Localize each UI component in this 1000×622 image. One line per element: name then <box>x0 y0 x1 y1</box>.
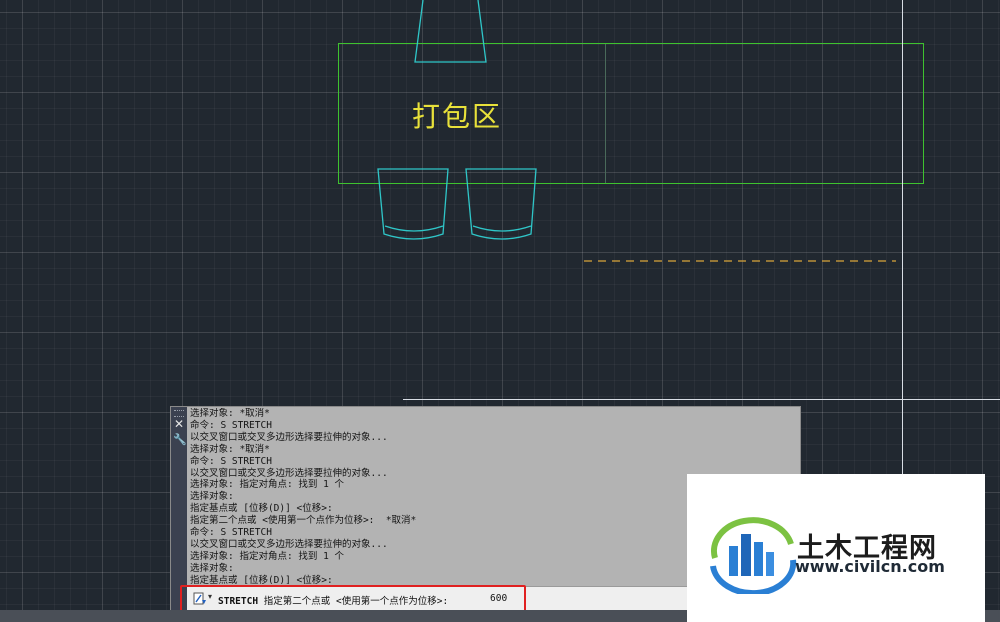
command-input-value[interactable]: 600 <box>490 593 507 604</box>
drag-grip-icon[interactable] <box>174 410 184 417</box>
chair-bottom-left[interactable] <box>377 168 449 240</box>
close-icon[interactable]: ✕ <box>173 418 185 430</box>
watermark-url: www.civilcn.com <box>795 557 945 576</box>
command-prompt: STRETCH 指定第二个点或 <使用第一个点作为位移>: <box>218 593 448 607</box>
watermark: 土木工程网 www.civilcn.com <box>687 474 985 622</box>
chair-bottom-right[interactable] <box>465 168 537 240</box>
history-line: 命令: S STRETCH <box>190 455 272 467</box>
building-logo-icon <box>710 517 797 594</box>
zone-label[interactable]: 打包区 <box>412 95 502 135</box>
command-name: STRETCH <box>218 596 259 607</box>
history-line: 以交叉窗口或交叉多边形选择要拉伸的对象... <box>190 431 388 443</box>
chair-top[interactable] <box>414 0 487 63</box>
chevron-down-icon[interactable]: ▾ <box>208 592 212 601</box>
command-window-handle[interactable]: ✕ 🔧 <box>171 407 187 611</box>
history-line: 命令: S STRETCH <box>190 419 272 431</box>
command-line-icon[interactable] <box>193 592 207 605</box>
wrench-icon[interactable]: 🔧 <box>173 434 187 446</box>
history-line: 选择对象: *取消* <box>190 443 270 455</box>
history-line: 选择对象: *取消* <box>190 408 270 419</box>
prompt-message: 指定第二个点或 <使用第一个点作为位移>: <box>263 596 449 607</box>
